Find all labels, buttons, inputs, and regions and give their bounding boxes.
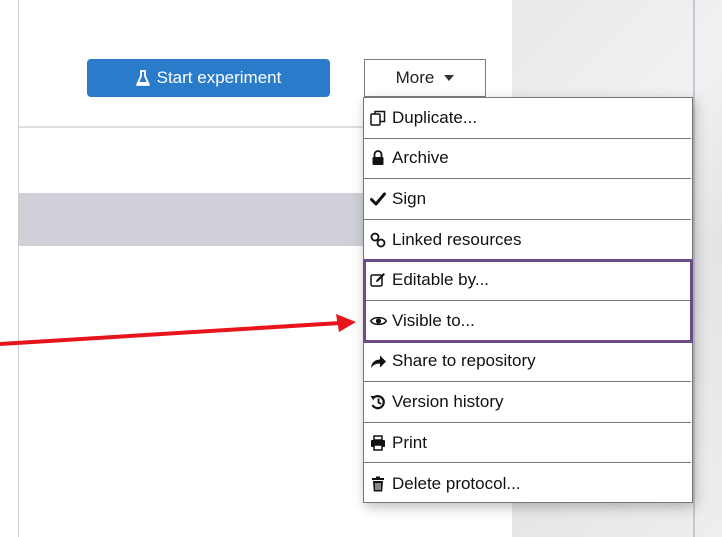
more-dropdown-button[interactable]: More: [364, 59, 486, 97]
checkmark-icon: [369, 190, 387, 208]
menu-item-label: Share to repository: [392, 351, 536, 371]
menu-item-label: Editable by...: [392, 270, 490, 290]
menu-item-duplicate[interactable]: Duplicate...: [364, 98, 691, 139]
menu-item-linked-resources[interactable]: Linked resources: [364, 220, 691, 261]
history-icon: [369, 393, 387, 411]
side-panel-divider: [693, 0, 695, 537]
menu-item-delete-protocol[interactable]: Delete protocol...: [364, 463, 691, 504]
more-label: More: [395, 68, 435, 87]
left-border: [18, 0, 19, 537]
menu-item-archive[interactable]: Archive: [364, 139, 691, 180]
menu-item-label: Visible to...: [392, 310, 475, 330]
menu-item-share-to-repository[interactable]: Share to repository: [364, 342, 691, 383]
menu-item-label: Delete protocol...: [392, 473, 521, 493]
more-dropdown-menu: Duplicate... Archive Sign Linked resourc…: [363, 97, 693, 503]
menu-item-label: Duplicate...: [392, 107, 478, 127]
menu-item-label: Sign: [392, 188, 427, 208]
menu-item-label: Archive: [392, 148, 449, 168]
lock-icon: [369, 149, 387, 167]
menu-item-editable-by[interactable]: Editable by...: [364, 260, 691, 301]
trash-icon: [369, 475, 387, 493]
menu-item-sign[interactable]: Sign: [364, 179, 691, 220]
caret-down-icon: [444, 75, 455, 81]
start-experiment-label: Start experiment: [156, 68, 282, 87]
menu-item-label: Linked resources: [392, 229, 522, 249]
annotation-arrow: [0, 314, 356, 346]
duplicate-icon: [369, 109, 387, 127]
menu-item-label: Print: [392, 432, 427, 452]
print-icon: [369, 434, 387, 452]
menu-item-version-history[interactable]: Version history: [364, 382, 691, 423]
menu-item-print[interactable]: Print: [364, 423, 691, 464]
eye-icon: [369, 312, 387, 330]
flask-icon: [135, 69, 150, 87]
menu-item-visible-to[interactable]: Visible to...: [364, 301, 691, 342]
link-icon: [369, 231, 387, 249]
edit-icon: [369, 271, 387, 289]
start-experiment-button[interactable]: Start experiment: [87, 59, 330, 97]
share-arrow-icon: [369, 352, 387, 370]
menu-item-label: Version history: [392, 391, 504, 411]
